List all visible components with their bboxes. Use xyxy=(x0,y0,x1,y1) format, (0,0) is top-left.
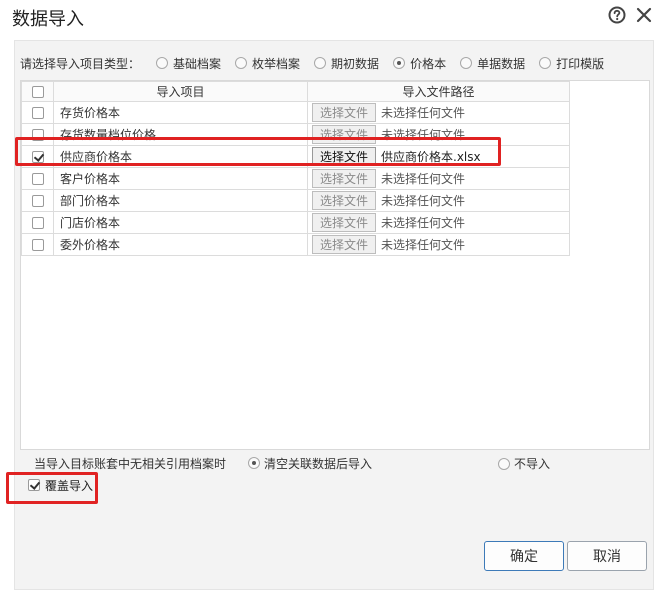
file-picker: 选择文件 未选择任何文件 xyxy=(308,234,569,255)
import-type-option-price-book[interactable]: 价格本 xyxy=(393,55,446,72)
file-name: 未选择任何文件 xyxy=(381,238,466,252)
close-icon[interactable] xyxy=(636,7,652,23)
file-picker: 选择文件 未选择任何文件 xyxy=(308,168,569,189)
row-item-name: 部门价格本 xyxy=(53,189,308,212)
choose-file-button[interactable]: 选择文件 xyxy=(312,191,376,210)
table-header-row: 导入项目 导入文件路径 xyxy=(21,81,570,102)
radio-icon[interactable] xyxy=(460,57,473,69)
cancel-button[interactable]: 取消 xyxy=(567,541,647,571)
row-item-name: 委外价格本 xyxy=(53,233,308,256)
missing-archive-label: 当导入目标账套中无相关引用档案时 xyxy=(34,456,227,471)
row-path-cell: 选择文件 未选择任何文件 xyxy=(307,167,570,190)
row-path-cell: 选择文件 未选择任何文件 xyxy=(307,211,570,234)
row-path-cell: 选择文件 未选择任何文件 xyxy=(307,101,570,124)
select-all-header xyxy=(21,81,54,102)
import-type-option-label: 期初数据 xyxy=(331,56,380,71)
import-type-option-documents[interactable]: 单据数据 xyxy=(460,55,525,72)
select-all-checkbox[interactable] xyxy=(31,86,44,98)
radio-icon[interactable] xyxy=(314,57,327,69)
radio-checked-icon[interactable] xyxy=(248,457,261,469)
option-label: 清空关联数据后导入 xyxy=(264,456,373,471)
file-picker: 选择文件 未选择任何文件 xyxy=(308,102,569,123)
highlight-frame-cover-import xyxy=(6,472,98,504)
ok-button[interactable]: 确定 xyxy=(484,541,564,571)
import-type-option-enum[interactable]: 枚举档案 xyxy=(235,55,300,72)
table-row: 门店价格本 选择文件 未选择任何文件 xyxy=(21,211,570,234)
row-checkbox[interactable] xyxy=(31,195,44,207)
radio-icon[interactable] xyxy=(156,57,169,69)
option-do-not-import[interactable]: 不导入 xyxy=(498,455,550,472)
row-checkbox-cell xyxy=(21,101,54,124)
import-type-label: 请选择导入项目类型： xyxy=(20,56,141,71)
radio-icon[interactable] xyxy=(498,457,510,470)
import-type-option-label: 基础档案 xyxy=(173,56,222,71)
highlight-frame-supplier-row xyxy=(15,137,501,166)
row-checkbox[interactable] xyxy=(31,107,44,119)
row-checkbox[interactable] xyxy=(31,173,44,185)
file-picker: 选择文件 未选择任何文件 xyxy=(308,212,569,233)
table-row: 客户价格本 选择文件 未选择任何文件 xyxy=(21,167,570,190)
file-name: 未选择任何文件 xyxy=(381,194,466,208)
import-type-option-basic[interactable]: 基础档案 xyxy=(156,55,221,72)
row-item-name: 存货价格本 xyxy=(53,101,308,124)
option-clear-then-import[interactable]: 清空关联数据后导入 xyxy=(248,455,372,472)
dialog-titlebar: 数据导入 xyxy=(0,0,668,34)
radio-icon[interactable] xyxy=(539,57,552,69)
import-type-option-label: 价格本 xyxy=(410,56,447,71)
import-type-option-label: 单据数据 xyxy=(477,56,526,71)
row-path-cell: 选择文件 未选择任何文件 xyxy=(307,189,570,212)
import-items-table: 导入项目 导入文件路径 存货价格本 选择文件 未选择任何文件 存货数量档位价格 选… xyxy=(21,81,570,256)
file-name: 未选择任何文件 xyxy=(381,172,466,186)
help-circle-icon[interactable] xyxy=(608,6,626,24)
table-row: 存货价格本 选择文件 未选择任何文件 xyxy=(21,101,570,124)
file-name: 未选择任何文件 xyxy=(381,106,466,120)
column-header-item: 导入项目 xyxy=(53,81,308,102)
import-items-grid: 导入项目 导入文件路径 存货价格本 选择文件 未选择任何文件 存货数量档位价格 选… xyxy=(20,80,650,450)
row-checkbox-cell xyxy=(21,167,54,190)
import-type-option-label: 枚举档案 xyxy=(252,56,301,71)
radio-icon[interactable] xyxy=(235,57,248,69)
row-checkbox[interactable] xyxy=(31,239,44,251)
choose-file-button[interactable]: 选择文件 xyxy=(312,213,376,232)
row-item-name: 门店价格本 xyxy=(53,211,308,234)
import-type-option-label: 打印模版 xyxy=(556,56,605,71)
row-checkbox-cell xyxy=(21,189,54,212)
dialog-title: 数据导入 xyxy=(12,9,84,30)
choose-file-button[interactable]: 选择文件 xyxy=(312,169,376,188)
row-path-cell: 选择文件 未选择任何文件 xyxy=(307,233,570,256)
column-header-path: 导入文件路径 xyxy=(307,81,570,102)
row-item-name: 客户价格本 xyxy=(53,167,308,190)
import-type-option-print-template[interactable]: 打印模版 xyxy=(539,55,604,72)
file-name: 未选择任何文件 xyxy=(381,216,466,230)
choose-file-button[interactable]: 选择文件 xyxy=(312,235,376,254)
row-checkbox[interactable] xyxy=(31,217,44,229)
table-row: 委外价格本 选择文件 未选择任何文件 xyxy=(21,233,570,256)
file-picker: 选择文件 未选择任何文件 xyxy=(308,190,569,211)
option-label: 不导入 xyxy=(514,457,551,471)
row-checkbox-cell xyxy=(21,211,54,234)
radio-checked-icon[interactable] xyxy=(393,57,406,69)
table-row: 部门价格本 选择文件 未选择任何文件 xyxy=(21,189,570,212)
import-type-option-opening[interactable]: 期初数据 xyxy=(314,55,379,72)
import-type-selector: 请选择导入项目类型： 基础档案 枚举档案 期初数据 价格本 单据数据 打印模版 xyxy=(20,54,618,72)
choose-file-button[interactable]: 选择文件 xyxy=(312,103,376,122)
missing-archive-option: 当导入目标账套中无相关引用档案时 清空关联数据后导入 xyxy=(34,455,372,471)
row-checkbox-cell xyxy=(21,233,54,256)
